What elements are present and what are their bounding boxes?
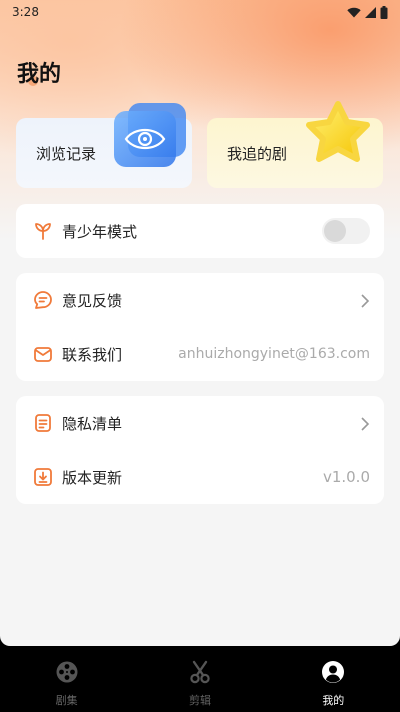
status-bar: 3:28: [0, 0, 400, 24]
battery-icon: [380, 5, 388, 19]
envelope-icon: [32, 343, 54, 365]
nav-label-mine: 我的: [322, 694, 345, 707]
nav-label-series: 剧集: [55, 694, 78, 707]
chevron-right-icon: [360, 416, 370, 431]
download-icon: [32, 466, 54, 488]
sprout-icon: [32, 220, 54, 242]
toggle-knob: [324, 220, 346, 242]
nav-item-mine[interactable]: 我的: [267, 646, 400, 712]
status-icons: [347, 5, 388, 19]
page-title: 我的: [17, 62, 62, 87]
teen-mode-row[interactable]: 青少年模式: [16, 204, 384, 258]
teen-mode-label: 青少年模式: [62, 222, 138, 241]
screen: 3:28 我的 浏览记录 我追的剧 青少年模式 意见反馈 联系我们 anhuiz…: [0, 0, 400, 646]
app-info-section: 隐私清单 版本更新 v1.0.0: [16, 396, 384, 504]
contact-row[interactable]: 联系我们 anhuizhongyinet@163.com: [16, 327, 384, 381]
star-icon: [300, 100, 372, 170]
contact-email: anhuizhongyinet@163.com: [178, 346, 370, 362]
teen-mode-section: 青少年模式: [16, 204, 384, 258]
chevron-right-icon: [360, 293, 370, 308]
version-label: 版本更新: [62, 468, 123, 487]
feedback-row[interactable]: 意见反馈: [16, 273, 384, 327]
user-icon: [321, 660, 345, 688]
list-document-icon: [32, 412, 54, 434]
teen-mode-toggle[interactable]: [322, 218, 370, 244]
version-number: v1.0.0: [322, 468, 370, 486]
nav-item-series[interactable]: 剧集: [0, 646, 133, 712]
feedback-label: 意见反馈: [62, 291, 123, 310]
status-time: 3:28: [12, 5, 39, 19]
privacy-label: 隐私清单: [62, 414, 123, 433]
nav-item-clips[interactable]: 剪辑: [133, 646, 266, 712]
bottom-nav: 剧集 剪辑 我的: [0, 646, 400, 712]
wifi-icon: [347, 7, 361, 18]
my-follow-label: 我追的剧: [227, 144, 288, 163]
nav-label-clips: 剪辑: [188, 694, 211, 707]
contact-label: 联系我们: [62, 345, 123, 364]
browse-history-label: 浏览记录: [36, 144, 97, 163]
film-reel-icon: [55, 660, 79, 688]
chat-bubble-icon: [32, 289, 54, 311]
support-section: 意见反馈 联系我们 anhuizhongyinet@163.com: [16, 273, 384, 381]
eye-icon: [112, 103, 188, 173]
privacy-row[interactable]: 隐私清单: [16, 396, 384, 450]
version-row[interactable]: 版本更新 v1.0.0: [16, 450, 384, 504]
signal-icon: [365, 6, 376, 18]
scissors-icon: [188, 660, 212, 688]
